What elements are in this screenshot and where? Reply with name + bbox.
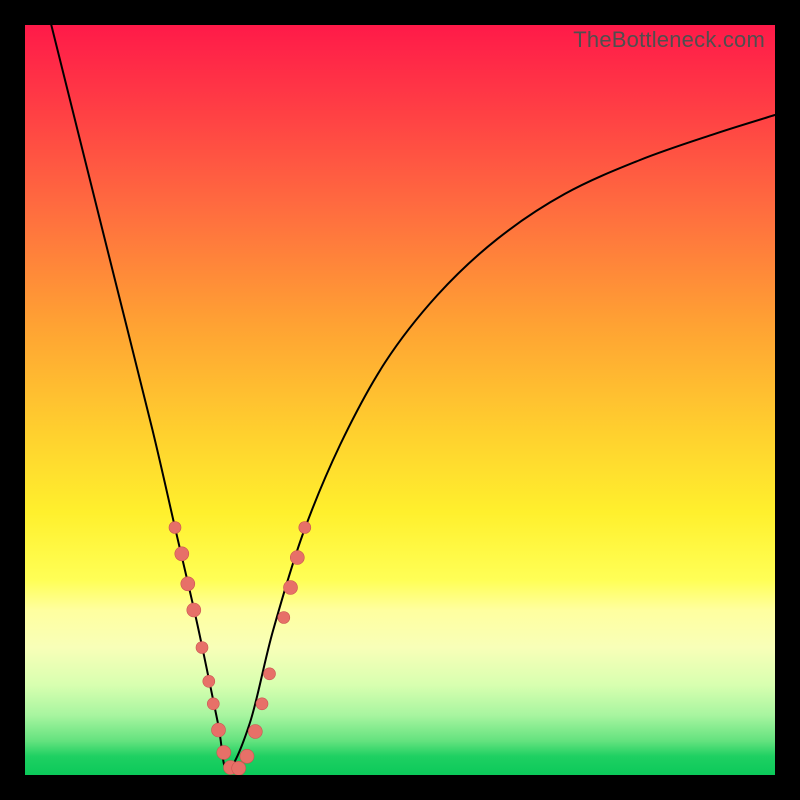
scatter-dot <box>232 761 246 775</box>
scatter-dot <box>196 642 208 654</box>
scatter-dot <box>248 725 262 739</box>
scatter-dot <box>207 698 219 710</box>
scatter-dot <box>264 668 276 680</box>
scatter-dot <box>278 612 290 624</box>
scatter-dot <box>212 723 226 737</box>
scatter-dots <box>169 522 311 776</box>
scatter-dot <box>203 675 215 687</box>
bottleneck-curve <box>51 25 775 770</box>
scatter-dot <box>240 749 254 763</box>
scatter-dot <box>290 551 304 565</box>
scatter-dot <box>256 698 268 710</box>
chart-panel: TheBottleneck.com <box>25 25 775 775</box>
chart-svg <box>25 25 775 775</box>
scatter-dot <box>299 522 311 534</box>
scatter-dot <box>217 746 231 760</box>
scatter-dot <box>169 522 181 534</box>
scatter-dot <box>181 577 195 591</box>
scatter-dot <box>284 581 298 595</box>
scatter-dot <box>187 603 201 617</box>
watermark-text: TheBottleneck.com <box>573 27 765 53</box>
scatter-dot <box>175 547 189 561</box>
